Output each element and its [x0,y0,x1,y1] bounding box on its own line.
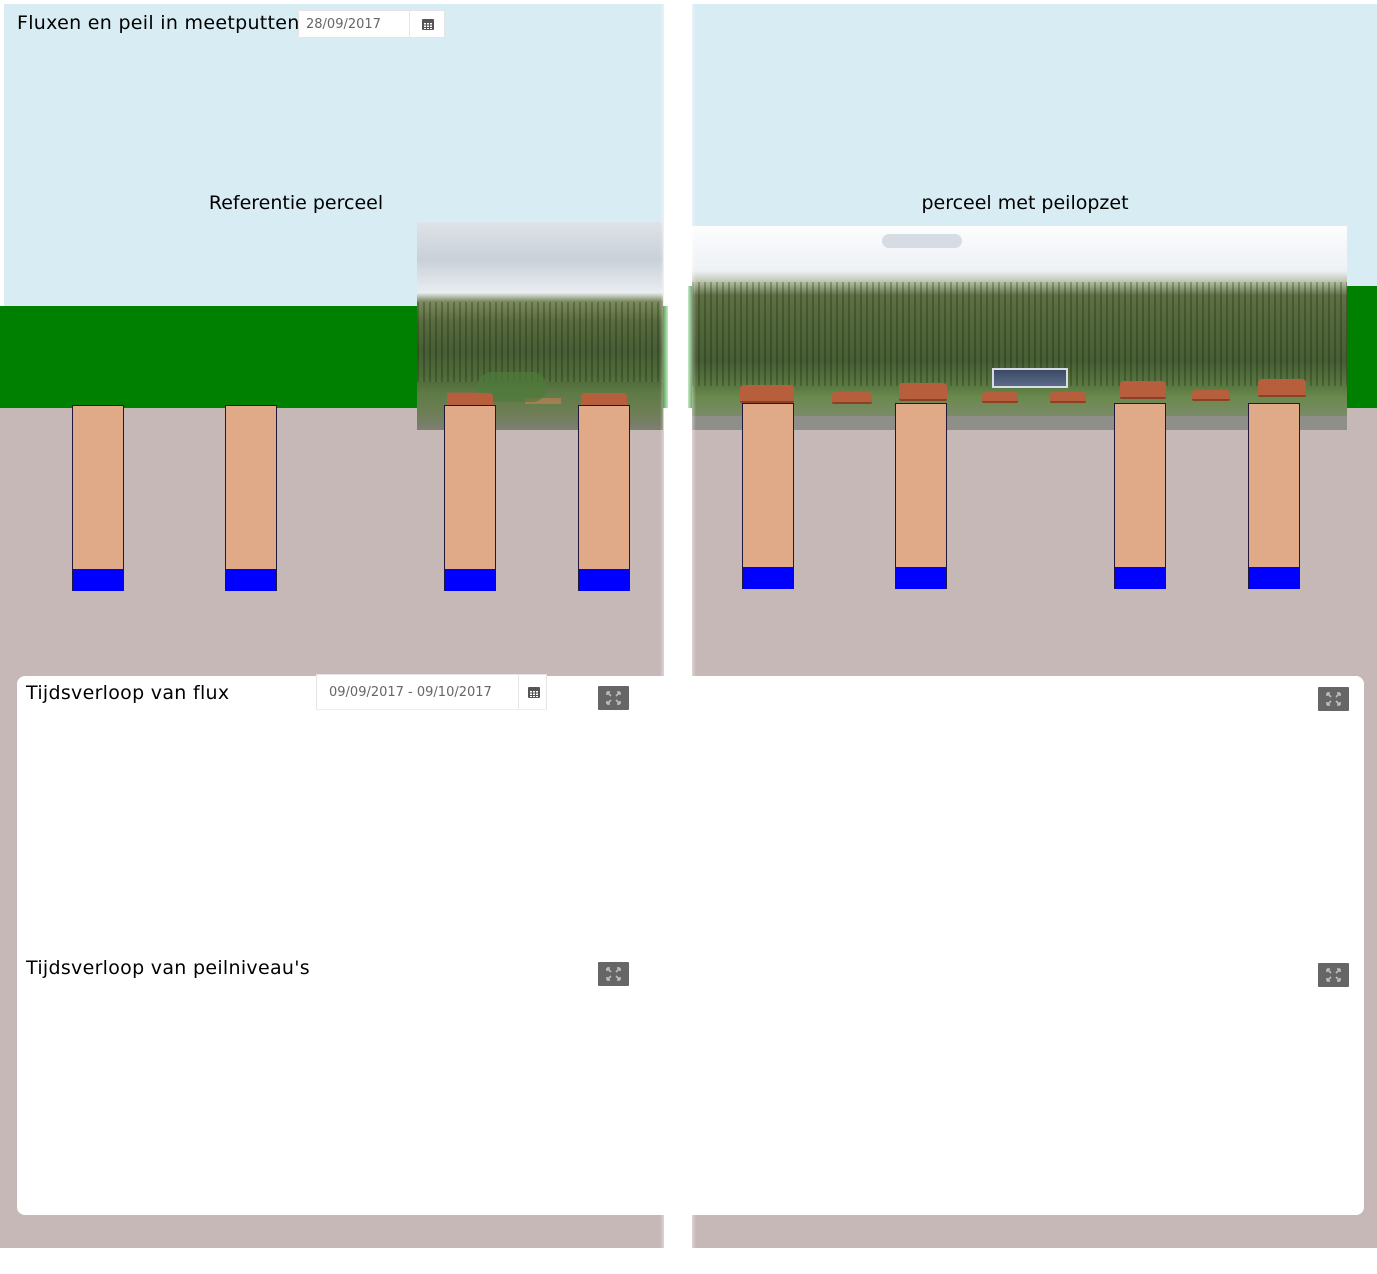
date-range-input[interactable]: 09/09/2017 - 09/10/2017 [329,675,519,709]
flux-left-expand-button[interactable] [598,686,629,710]
well-tube[interactable] [225,405,277,591]
well-tube[interactable] [578,405,630,591]
level-left-expand-button[interactable] [598,962,629,986]
expand-icon [606,967,621,981]
page-title: Fluxen en peil in meetputten [17,12,300,34]
date-range-calendar-button[interactable] [518,675,548,709]
expand-icon [606,691,621,705]
well-tube[interactable] [1248,403,1300,589]
expand-icon [1326,692,1341,706]
date-picker[interactable]: 28/09/2017 [298,10,445,38]
well-water-level [896,567,946,589]
well-water-level [73,569,123,591]
calendar-icon [527,686,540,698]
well-water-level [445,569,495,591]
calendar-button[interactable] [409,11,446,37]
reference-plot-label: Referentie perceel [208,192,384,214]
well-tube[interactable] [895,403,947,589]
charts-panel: Tijdsverloop van flux 09/09/2017 - 09/10… [17,674,1364,1215]
raised-level-plot-label: perceel met peilopzet [921,192,1129,214]
well-lid [1120,381,1166,399]
well-lid [899,383,947,401]
well-tube[interactable] [742,403,794,589]
flux-right-expand-button[interactable] [1318,687,1349,711]
well-tube[interactable] [72,405,124,591]
flux-chart-title: Tijdsverloop van flux [26,682,230,704]
date-range-picker[interactable]: 09/09/2017 - 09/10/2017 [316,674,547,710]
level-right-expand-button[interactable] [1318,963,1349,987]
well-water-level [743,567,793,589]
level-chart-title: Tijdsverloop van peilniveau's [26,957,310,979]
date-input-gap [387,11,407,37]
well-lid [1258,379,1306,397]
expand-icon [1326,968,1341,982]
well-tube[interactable] [1114,403,1166,589]
date-input[interactable]: 28/09/2017 [306,11,386,37]
well-water-level [579,569,629,591]
well-water-level [226,569,276,591]
well-water-level [1249,567,1299,589]
solar-panel [992,368,1068,388]
calendar-icon [422,18,434,30]
well-tube[interactable] [444,405,496,591]
well-lid [740,385,794,403]
well-water-level [1115,567,1165,589]
